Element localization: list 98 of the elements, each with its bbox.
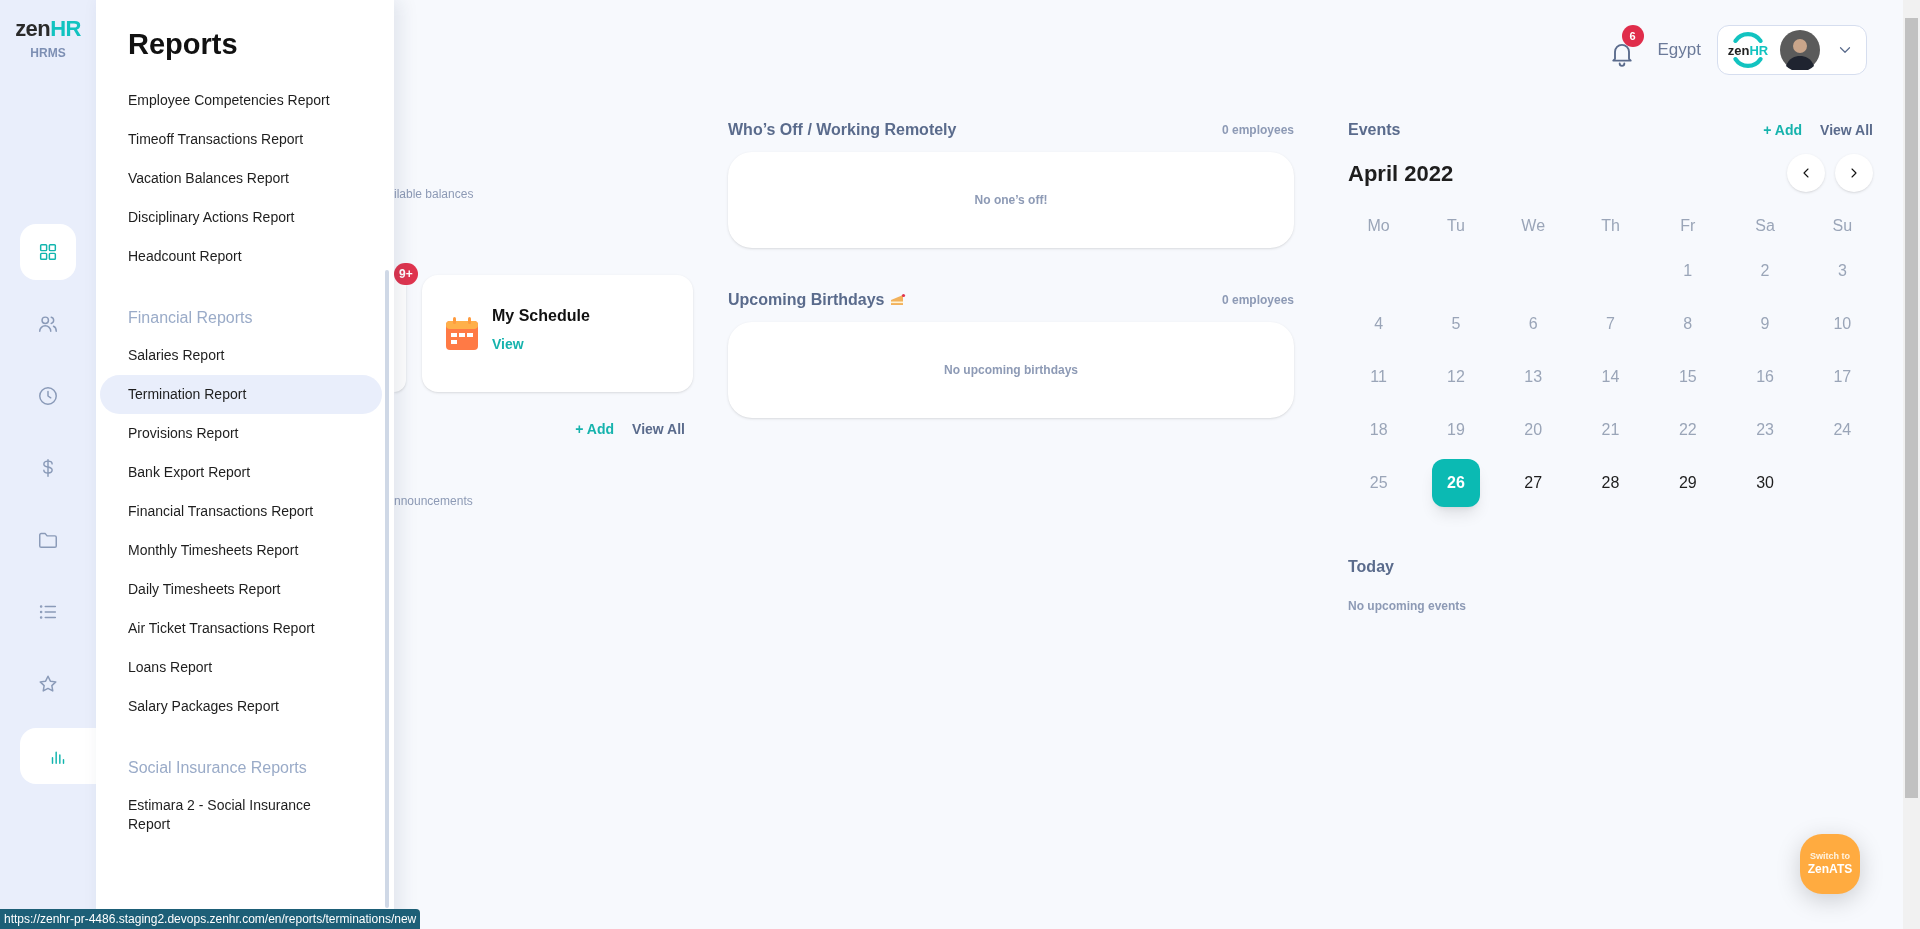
calendar-day[interactable]: 26 (1431, 458, 1480, 507)
calendar-day[interactable]: 20 (1509, 405, 1558, 454)
logo-text: zen (15, 18, 51, 40)
profile-menu[interactable]: zenHR (1717, 25, 1867, 75)
calendar-day[interactable]: 27 (1509, 458, 1558, 507)
calendar-day[interactable]: 22 (1663, 405, 1712, 454)
menu-item[interactable]: Headcount Report (100, 237, 382, 276)
menu-item[interactable]: Employee Competencies Report (100, 81, 382, 120)
menu-item[interactable]: Salaries Report (100, 336, 382, 375)
menu-item[interactable]: Bank Export Report (100, 453, 382, 492)
calendar-day[interactable]: 21 (1586, 405, 1635, 454)
people-icon (37, 313, 59, 335)
scrollbar[interactable] (385, 270, 389, 908)
calendar-day[interactable]: 10 (1818, 299, 1867, 348)
calendar-day[interactable]: 17 (1818, 352, 1867, 401)
calendar-day[interactable]: 11 (1354, 352, 1403, 401)
section-heading: Social Insurance Reports (128, 758, 308, 778)
calendar-day[interactable]: 14 (1586, 352, 1635, 401)
add-link[interactable]: + Add (575, 419, 615, 440)
section-heading: Financial Reports (128, 308, 254, 328)
clock-icon (37, 385, 59, 407)
empty-message: No upcoming events (1348, 598, 1467, 615)
menu-item[interactable]: Financial Transactions Report (100, 492, 382, 531)
calendar-day[interactable]: 5 (1431, 299, 1480, 348)
next-month-button[interactable] (1835, 154, 1873, 192)
panel-title: Reports (128, 30, 239, 59)
month-title: April 2022 (1348, 159, 1454, 188)
cake-icon (890, 293, 907, 307)
calendar-day[interactable]: 23 (1741, 405, 1790, 454)
avatar (1780, 30, 1820, 70)
calendar-day[interactable]: 7 (1586, 299, 1635, 348)
calendar-day[interactable]: 4 (1354, 299, 1403, 348)
empty-message: No one’s off! (974, 192, 1048, 209)
weekday-label: Sa (1755, 216, 1775, 236)
employee-count: 0 employees (1221, 122, 1294, 139)
calendar-day[interactable]: 1 (1663, 246, 1712, 295)
nav-rail-button[interactable] (20, 224, 76, 280)
weekday-label: Fr (1680, 216, 1696, 236)
menu-item[interactable]: Daily Timesheets Report (100, 570, 382, 609)
view-link[interactable]: View (492, 334, 590, 355)
logo-accent: HR (50, 18, 81, 40)
weekday-label: Su (1832, 216, 1853, 236)
calendar-day[interactable]: 6 (1509, 299, 1558, 348)
menu-item[interactable]: Vacation Balances Report (100, 159, 382, 198)
section-title: Who’s Off / Working Remotely (728, 120, 957, 140)
notification-badge: 6 (1621, 25, 1644, 47)
nav-rail-button[interactable] (20, 728, 96, 784)
card-title: My Schedule (492, 306, 590, 326)
calendar-day[interactable]: 16 (1741, 352, 1790, 401)
star-icon (37, 673, 59, 695)
section-title: Today (1348, 557, 1395, 577)
calendar-day[interactable]: 15 (1663, 352, 1712, 401)
menu-item[interactable]: Provisions Report (100, 414, 382, 453)
menu-item[interactable]: Disciplinary Actions Report (100, 198, 382, 237)
balances-text: ilable balances (394, 188, 475, 200)
calendar-day[interactable]: 19 (1431, 405, 1480, 454)
announcements-text: nnouncements (394, 495, 474, 507)
section-title: Events (1348, 120, 1401, 140)
calendar-day[interactable]: 3 (1818, 246, 1867, 295)
weekday-label: We (1521, 216, 1546, 236)
switch-app-button[interactable]: Switch to ZenATS (1800, 834, 1860, 894)
country-label: Egypt (1657, 39, 1701, 62)
logo-accent: HR (1749, 43, 1769, 57)
calendar-day[interactable]: 25 (1354, 458, 1403, 507)
product-label: HRMS (30, 45, 66, 62)
section-title: Upcoming Birthdays (728, 290, 885, 310)
calendar-day[interactable]: 12 (1431, 352, 1480, 401)
previous-month-button[interactable] (1787, 154, 1825, 192)
menu-item[interactable]: Air Ticket Transactions Report (100, 609, 382, 648)
menu-item[interactable]: Termination Report (100, 375, 382, 414)
calendar-day[interactable]: 18 (1354, 405, 1403, 454)
calendar-day[interactable]: 30 (1741, 458, 1790, 507)
count-badge: 9+ (394, 263, 418, 285)
add-link[interactable]: + Add (1763, 119, 1803, 141)
empty-message: No upcoming birthdays (944, 362, 1078, 379)
calendar-day[interactable]: 24 (1818, 405, 1867, 454)
calendar-icon (444, 315, 480, 352)
menu-item[interactable]: Monthly Timesheets Report (100, 531, 382, 570)
calendar-day[interactable]: 29 (1663, 458, 1712, 507)
status-url: https://zenhr-pr-4486.staging2.devops.zenhr.com/en/reports/terminations/new (0, 909, 421, 929)
calendar-day[interactable]: 13 (1509, 352, 1558, 401)
weekday-label: Th (1601, 216, 1620, 236)
calendar-day[interactable]: 9 (1741, 299, 1790, 348)
view-all-link[interactable]: View All (632, 419, 685, 440)
calendar-day[interactable]: 2 (1741, 246, 1790, 295)
calendar-day[interactable]: 28 (1586, 458, 1635, 507)
view-all-link[interactable]: View All (1820, 119, 1873, 141)
scrollbar[interactable] (1903, 0, 1920, 929)
menu-item[interactable]: Salary Packages Report (100, 687, 382, 726)
menu-item[interactable]: Estimara 2 - Social Insurance Report (100, 786, 382, 844)
calendar-day[interactable]: 8 (1663, 299, 1712, 348)
weekday-label: Tu (1446, 216, 1465, 236)
menu-item[interactable]: Timeoff Transactions Report (100, 120, 382, 159)
dashboard-icon (37, 241, 59, 263)
weekday-label: Mo (1367, 216, 1390, 236)
menu-item[interactable]: Loans Report (100, 648, 382, 687)
logo-text: zen (1727, 43, 1750, 57)
employee-count: 0 employees (1221, 292, 1294, 309)
